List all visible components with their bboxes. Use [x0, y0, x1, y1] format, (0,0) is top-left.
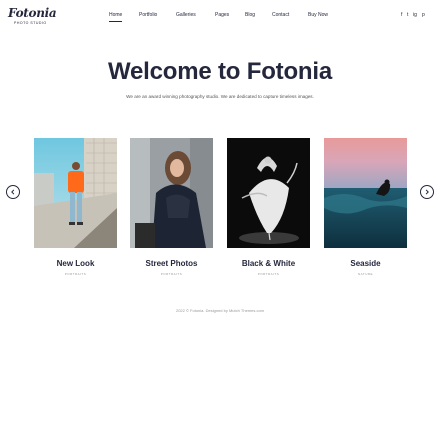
logo-text: Fotonia [8, 6, 57, 20]
card-category[interactable]: PORTRAITS [227, 272, 310, 276]
card-title[interactable]: Street Photos [130, 259, 213, 268]
facebook-icon[interactable]: f [401, 12, 402, 18]
gallery-photo-new-look[interactable] [34, 138, 117, 248]
card-title[interactable]: Seaside [324, 259, 407, 268]
nav-item-home[interactable]: Home [109, 12, 123, 22]
nav-item-contact[interactable]: Contact [272, 12, 289, 18]
gallery-photo-seaside[interactable] [324, 138, 407, 248]
carousel-prev-button[interactable] [6, 185, 20, 199]
card-category[interactable]: PORTRAITS [130, 272, 213, 276]
site-logo[interactable]: Fotonia PHOTO STUDIO [8, 6, 57, 28]
gallery-photo-black-white[interactable] [227, 138, 310, 248]
carousel-next-button[interactable] [420, 185, 434, 199]
chevron-right-icon [425, 189, 429, 195]
twitter-icon[interactable]: t [407, 12, 408, 18]
hero-subtitle: We are an award winning photography stud… [126, 94, 314, 99]
gallery-card[interactable]: Black & White PORTRAITS [227, 138, 310, 276]
hero-title: Welcome to Fotonia [108, 58, 332, 85]
gallery-card[interactable]: New Look PORTRAITS [34, 138, 117, 276]
gallery-card[interactable]: Seaside NATURE [324, 138, 407, 276]
nav-item-blog[interactable]: Blog [245, 12, 255, 18]
card-title[interactable]: New Look [34, 259, 117, 268]
chevron-left-icon [11, 189, 15, 195]
nav-item-galleries[interactable]: Galleries [176, 12, 196, 18]
nav-item-buy-now[interactable]: Buy Now [308, 12, 328, 18]
gallery-card[interactable]: Street Photos PORTRAITS [130, 138, 213, 276]
card-category[interactable]: PORTRAITS [34, 272, 117, 276]
nav-item-portfolio[interactable]: Portfolio [139, 12, 157, 18]
footer-copyright: 2022 © Fotonia. Designed by Mutch Themes… [175, 308, 265, 313]
site-header: Fotonia PHOTO STUDIO Home Portfolio Gall… [0, 0, 440, 36]
card-title[interactable]: Black & White [227, 259, 310, 268]
instagram-icon[interactable]: ig [413, 12, 417, 18]
card-category[interactable]: NATURE [324, 272, 407, 276]
gallery-photo-street-photos[interactable] [130, 138, 213, 248]
logo-tagline: PHOTO STUDIO [14, 21, 47, 25]
social-links: f t ig p [401, 12, 433, 20]
nav-item-pages[interactable]: Pages [215, 12, 229, 18]
pinterest-icon[interactable]: p [422, 12, 425, 18]
